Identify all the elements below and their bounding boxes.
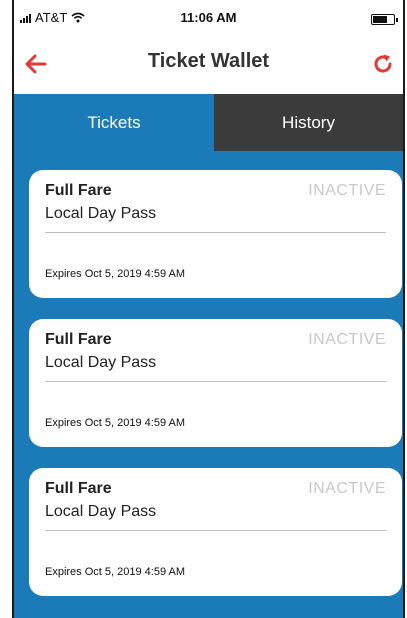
- device-edge-right: [403, 0, 405, 618]
- ticket-expires: Expires Oct 5, 2019 4:59 AM: [45, 417, 186, 429]
- status-bar: AT&T 11:06 AM: [14, 0, 403, 40]
- divider: [45, 232, 386, 233]
- page-title: Ticket Wallet: [147, 50, 270, 72]
- ticket-pass-name: Local Day Pass: [45, 205, 157, 222]
- ticket-status: INACTIVE: [308, 331, 386, 348]
- ticket-expires: Expires Oct 5, 2019 4:59 AM: [45, 566, 186, 578]
- tab-tickets[interactable]: Tickets: [14, 94, 214, 151]
- ticket-pass-name: Local Day Pass: [45, 354, 157, 371]
- ticket-fare: Full Fare: [45, 331, 112, 348]
- ticket-card[interactable]: Full Fare INACTIVE Local Day Pass Expire…: [29, 319, 402, 447]
- tab-history[interactable]: History: [214, 94, 403, 151]
- ticket-card[interactable]: Full Fare INACTIVE Local Day Pass Expire…: [29, 170, 402, 298]
- ticket-expires: Expires Oct 5, 2019 4:59 AM: [45, 268, 186, 280]
- ticket-fare: Full Fare: [45, 480, 112, 497]
- nav-bar: Ticket Wallet: [14, 38, 403, 94]
- refresh-icon: [374, 54, 392, 73]
- ticket-status: INACTIVE: [308, 182, 386, 199]
- ticket-status: INACTIVE: [308, 480, 386, 497]
- ticket-fare: Full Fare: [45, 182, 112, 199]
- ticket-pass-name: Local Day Pass: [45, 503, 157, 520]
- tickets-content: Tickets History Full Fare INACTIVE Local…: [14, 94, 403, 618]
- ticket-card[interactable]: Full Fare INACTIVE Local Day Pass Expire…: [29, 468, 402, 596]
- divider: [45, 530, 386, 531]
- status-time: 11:06 AM: [180, 10, 237, 25]
- refresh-button[interactable]: [367, 48, 399, 80]
- app-frame: AT&T 11:06 AM Ticket Wallet Tickets Hist…: [0, 0, 407, 618]
- tab-bar: Tickets History: [14, 94, 403, 151]
- divider: [45, 381, 386, 382]
- battery-icon: [371, 14, 398, 25]
